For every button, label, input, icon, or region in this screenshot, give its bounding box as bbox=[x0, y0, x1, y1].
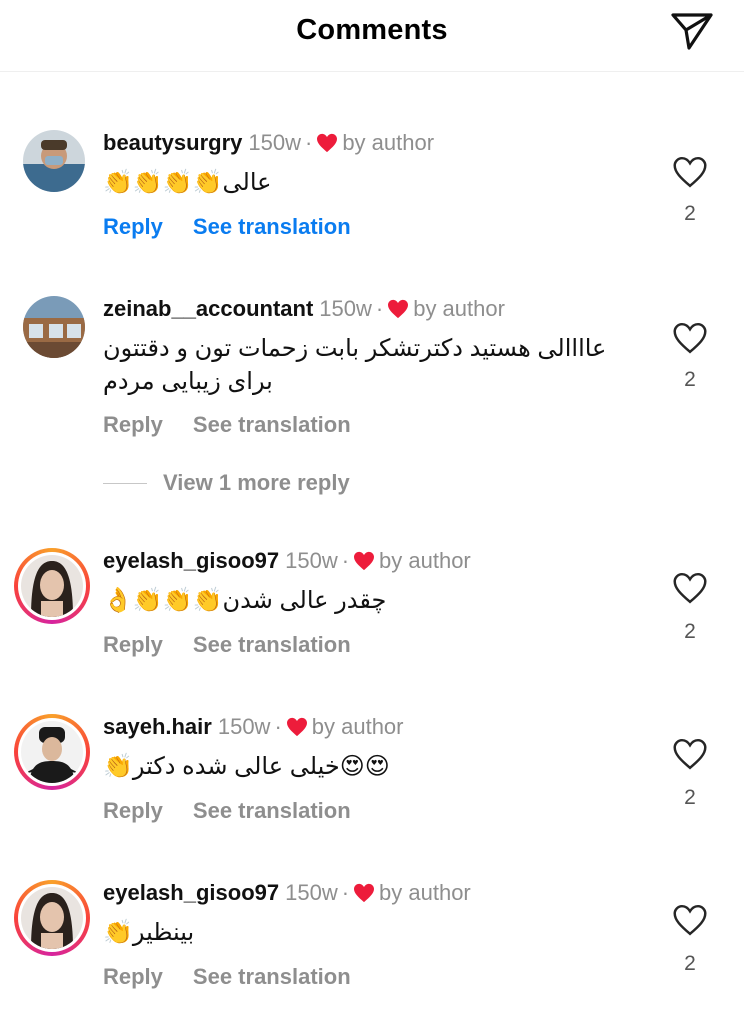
avatar[interactable] bbox=[14, 880, 90, 956]
by-author-label: by author bbox=[379, 880, 471, 905]
comment-text: چقدر عالی شدن👏👏👏👌 bbox=[103, 587, 387, 614]
author-heart-icon bbox=[354, 551, 375, 571]
see-translation-button[interactable]: See translation bbox=[193, 214, 351, 239]
author-heart-icon bbox=[286, 717, 307, 737]
comment-item: zeinab__accountant 150w · by author عاااالی… bbox=[0, 296, 744, 446]
comments-header: Comments bbox=[0, 0, 744, 72]
avatar-image-wrap bbox=[21, 721, 83, 783]
see-translation-button[interactable]: See translation bbox=[193, 964, 351, 989]
comment-actions: Reply See translation bbox=[103, 798, 351, 824]
avatar[interactable] bbox=[23, 296, 85, 358]
separator-dot: · bbox=[375, 296, 384, 321]
comment-username[interactable]: sayeh.hair bbox=[103, 714, 212, 739]
see-translation-button[interactable]: See translation bbox=[193, 412, 351, 437]
reply-button[interactable]: Reply bbox=[103, 632, 163, 657]
like-button[interactable] bbox=[672, 738, 708, 770]
thread-line bbox=[103, 482, 147, 484]
page-title: Comments bbox=[296, 14, 448, 46]
avatar-image bbox=[21, 887, 83, 949]
comment-username[interactable]: zeinab__accountant bbox=[103, 296, 313, 321]
comment-text: 😍😍خیلی عالی شده دکتر👏 bbox=[103, 753, 390, 780]
comment-username[interactable]: eyelash_gisoo97 bbox=[103, 548, 279, 573]
like-button[interactable] bbox=[672, 572, 708, 604]
like-count: 2 bbox=[684, 202, 696, 225]
separator-dot: · bbox=[274, 714, 282, 739]
comment-time: 150w bbox=[248, 130, 301, 155]
avatar-image bbox=[21, 555, 83, 617]
like-button[interactable] bbox=[672, 904, 708, 936]
view-more-replies-button[interactable]: View 1 more reply bbox=[103, 470, 350, 500]
like-count: 2 bbox=[684, 952, 696, 975]
avatar[interactable] bbox=[14, 548, 90, 624]
avatar-image bbox=[21, 721, 83, 783]
comment-item: beautysurgry 150w · by author عالی👏👏👏👏 Repl… bbox=[0, 130, 744, 280]
comment-username[interactable]: eyelash_gisoo97 bbox=[103, 880, 279, 905]
comment-time: 150w bbox=[319, 296, 372, 321]
separator-dot: · bbox=[304, 130, 313, 155]
comment-time: 150w bbox=[285, 548, 338, 573]
avatar-image bbox=[23, 296, 85, 358]
avatar-frame bbox=[18, 718, 86, 786]
heart-outline-icon bbox=[673, 738, 707, 770]
reply-button[interactable]: Reply bbox=[103, 214, 163, 239]
see-translation-button[interactable]: See translation bbox=[193, 798, 351, 823]
comment-meta: beautysurgry 150w · by author bbox=[103, 130, 434, 156]
by-author-label: by author bbox=[342, 130, 435, 155]
like-button[interactable] bbox=[672, 156, 708, 188]
author-heart-icon bbox=[388, 299, 409, 319]
comment-time: 150w bbox=[285, 880, 338, 905]
share-button[interactable] bbox=[670, 11, 714, 51]
heart-outline-icon bbox=[673, 572, 707, 604]
comment-actions: Reply See translation bbox=[103, 214, 351, 240]
separator-dot: · bbox=[341, 548, 350, 573]
avatar-frame bbox=[18, 884, 86, 952]
comment-actions: Reply See translation bbox=[103, 412, 351, 438]
comment-actions: Reply See translation bbox=[103, 964, 351, 990]
comment-actions: Reply See translation bbox=[103, 632, 351, 658]
like-button[interactable] bbox=[672, 322, 708, 354]
comment-text: عاااالی هستید دکترتشکر بابت زحمات تون و … bbox=[103, 335, 607, 395]
like-count: 2 bbox=[684, 786, 696, 809]
comment-item: eyelash_gisoo97 150w · by author چقدر عالی … bbox=[0, 548, 744, 698]
reply-button[interactable]: Reply bbox=[103, 964, 163, 989]
heart-outline-icon bbox=[673, 156, 707, 188]
comment-meta: zeinab__accountant 150w · by author bbox=[103, 296, 505, 322]
reply-button[interactable]: Reply bbox=[103, 412, 163, 437]
heart-outline-icon bbox=[673, 322, 707, 354]
separator-dot: · bbox=[341, 880, 350, 905]
avatar-image-wrap bbox=[21, 555, 83, 617]
view-more-replies-label: View 1 more reply bbox=[163, 470, 350, 495]
author-heart-icon bbox=[354, 883, 375, 903]
comment-item: eyelash_gisoo97 150w · by author بینظیر👏 Re… bbox=[0, 880, 744, 1024]
avatar[interactable] bbox=[23, 130, 85, 192]
like-count: 2 bbox=[684, 620, 696, 643]
comment-meta: eyelash_gisoo97 150w · by author bbox=[103, 548, 471, 574]
by-author-label: by author bbox=[379, 548, 471, 573]
comment-meta: sayeh.hair 150w · by author bbox=[103, 714, 404, 740]
comment-item: sayeh.hair 150w · by author 😍😍خیلی عالی شده… bbox=[0, 714, 744, 864]
comment-text: عالی👏👏👏👏 bbox=[103, 169, 272, 196]
reply-button[interactable]: Reply bbox=[103, 798, 163, 823]
comment-time: 150w bbox=[217, 714, 271, 739]
comment-meta: eyelash_gisoo97 150w · by author bbox=[103, 880, 471, 906]
comment-text: بینظیر👏 bbox=[103, 919, 195, 946]
heart-outline-icon bbox=[673, 904, 707, 936]
see-translation-button[interactable]: See translation bbox=[193, 632, 351, 657]
avatar-image-wrap bbox=[21, 887, 83, 949]
avatar[interactable] bbox=[14, 714, 90, 790]
like-count: 2 bbox=[684, 368, 696, 391]
author-heart-icon bbox=[317, 133, 338, 153]
avatar-frame bbox=[18, 552, 86, 620]
paper-plane-icon bbox=[671, 13, 713, 50]
avatar-image bbox=[23, 130, 85, 192]
by-author-label: by author bbox=[413, 296, 505, 321]
by-author-label: by author bbox=[311, 714, 404, 739]
comment-username[interactable]: beautysurgry bbox=[103, 130, 242, 155]
